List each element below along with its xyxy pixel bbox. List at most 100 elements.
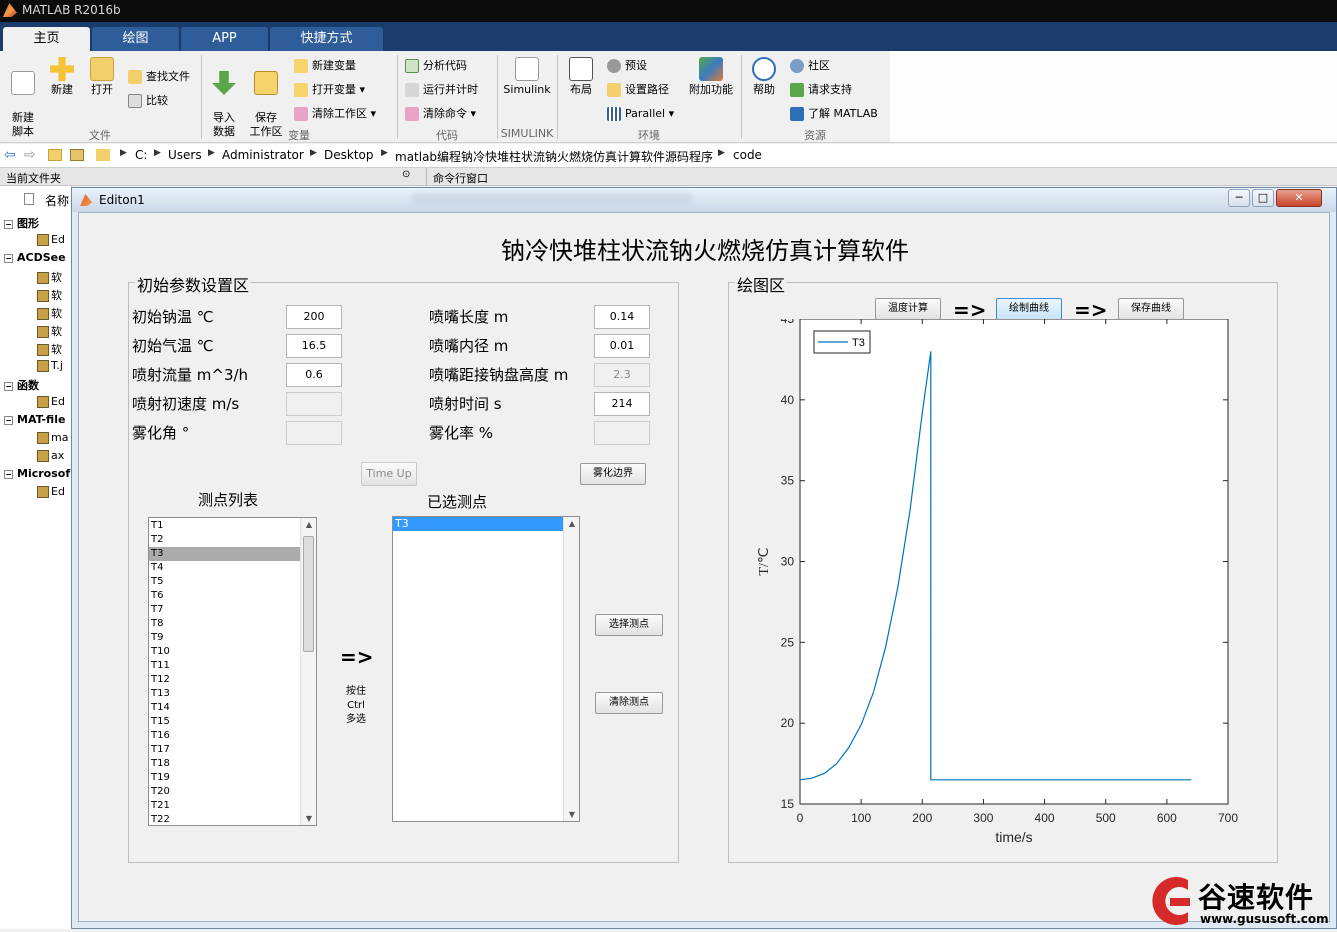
- learn-matlab-button[interactable]: 了解 MATLAB: [790, 105, 878, 123]
- collapse-icon[interactable]: −: [4, 219, 13, 229]
- point-list-item[interactable]: T22: [149, 813, 300, 825]
- point-list-item[interactable]: T9: [149, 631, 300, 645]
- help-button[interactable]: 帮助: [749, 57, 779, 97]
- tree-group[interactable]: − 图形: [4, 215, 39, 231]
- tab-shortcuts[interactable]: 快捷方式: [270, 27, 383, 51]
- point-list-item[interactable]: T2: [149, 533, 300, 547]
- crumb-c[interactable]: C:: [135, 148, 147, 162]
- tree-group[interactable]: − Microsof: [4, 467, 70, 480]
- tab-home[interactable]: 主页: [3, 27, 90, 51]
- crumb-project-folder[interactable]: matlab编程钠冷快堆柱状流钠火燃烧仿真计算软件源码程序: [395, 148, 713, 165]
- new-button[interactable]: 新建: [46, 57, 78, 97]
- atomize-boundary-button[interactable]: 雾化边界: [580, 463, 646, 485]
- tree-file-item[interactable]: Ed: [37, 395, 65, 408]
- point-list-item[interactable]: T1: [149, 519, 300, 533]
- point-list-item[interactable]: T18: [149, 757, 300, 771]
- chevron-down-icon[interactable]: ⊙: [402, 169, 410, 180]
- param-input[interactable]: 0.01: [594, 334, 650, 358]
- temperature-calc-button[interactable]: 温度计算: [875, 298, 941, 320]
- tree-file-item[interactable]: ma: [37, 431, 68, 444]
- save-curve-button[interactable]: 保存曲线: [1118, 298, 1184, 320]
- param-input[interactable]: 200: [286, 305, 342, 329]
- point-list-item[interactable]: T8: [149, 617, 300, 631]
- param-input[interactable]: 0.6: [286, 363, 342, 387]
- point-list-item[interactable]: T20: [149, 785, 300, 799]
- new-variable-button[interactable]: 新建变量: [294, 57, 356, 75]
- point-list-item[interactable]: T21: [149, 799, 300, 813]
- analyze-code-button[interactable]: 分析代码: [405, 57, 467, 75]
- scroll-down-icon[interactable]: ▼: [301, 814, 316, 823]
- point-list-item[interactable]: T6: [149, 589, 300, 603]
- close-button[interactable]: ✕: [1276, 189, 1322, 207]
- simulink-button[interactable]: Simulink: [502, 57, 552, 97]
- tree-group[interactable]: − 函数: [4, 377, 39, 393]
- point-list-item[interactable]: T15: [149, 715, 300, 729]
- tree-file-item[interactable]: ax: [37, 449, 64, 462]
- tree-file-item[interactable]: Ed: [37, 485, 65, 498]
- point-list-item[interactable]: T3: [149, 547, 300, 561]
- forward-icon[interactable]: ⇨: [24, 147, 36, 163]
- param-input[interactable]: 16.5: [286, 334, 342, 358]
- point-list-item[interactable]: T5: [149, 575, 300, 589]
- scroll-up-icon[interactable]: ▲: [301, 520, 316, 529]
- maximize-button[interactable]: □: [1252, 189, 1274, 207]
- tab-apps[interactable]: APP: [181, 27, 268, 51]
- tree-group[interactable]: − ACDSee: [4, 251, 66, 264]
- browse-folder-icon[interactable]: [70, 149, 84, 161]
- crumb-users[interactable]: Users: [168, 148, 202, 162]
- tree-file-item[interactable]: T.j: [37, 359, 63, 372]
- layout-button[interactable]: 布局: [565, 57, 597, 97]
- point-list-item[interactable]: T12: [149, 673, 300, 687]
- collapse-icon[interactable]: −: [4, 253, 13, 263]
- scroll-down-icon[interactable]: ▼: [564, 810, 579, 819]
- clear-workspace-button[interactable]: 清除工作区 ▾: [294, 105, 376, 123]
- tree-file-item[interactable]: Ed: [37, 233, 65, 246]
- point-list-item[interactable]: T14: [149, 701, 300, 715]
- up-folder-icon[interactable]: [48, 149, 62, 161]
- crumb-code[interactable]: code: [733, 148, 762, 162]
- draw-curve-button[interactable]: 绘制曲线: [996, 298, 1062, 320]
- point-list-item[interactable]: T10: [149, 645, 300, 659]
- name-column-header[interactable]: 名称: [45, 192, 69, 209]
- param-input[interactable]: 0.14: [594, 305, 650, 329]
- collapse-icon[interactable]: −: [4, 415, 13, 425]
- collapse-icon[interactable]: −: [4, 469, 13, 479]
- scroll-up-icon[interactable]: ▲: [564, 519, 579, 528]
- preferences-button[interactable]: 预设: [607, 57, 647, 75]
- point-list-item[interactable]: T7: [149, 603, 300, 617]
- crumb-administrator[interactable]: Administrator: [222, 148, 304, 162]
- tab-plots[interactable]: 绘图: [92, 27, 179, 51]
- minimize-button[interactable]: ─: [1228, 189, 1250, 207]
- param-input[interactable]: [286, 421, 342, 445]
- param-input[interactable]: 2.3: [594, 363, 650, 387]
- compare-button[interactable]: 比较: [128, 92, 168, 110]
- point-list-item[interactable]: T19: [149, 771, 300, 785]
- tree-file-item[interactable]: 软: [37, 323, 62, 339]
- open-button[interactable]: 打开: [86, 57, 118, 97]
- select-points-button[interactable]: 选择测点: [595, 614, 663, 636]
- tree-file-item[interactable]: 软: [37, 287, 62, 303]
- find-files-button[interactable]: 查找文件: [128, 68, 190, 86]
- community-button[interactable]: 社区: [790, 57, 830, 75]
- crumb-desktop[interactable]: Desktop: [324, 148, 374, 162]
- selected-point-item[interactable]: T3: [393, 517, 563, 531]
- back-icon[interactable]: ⇦: [4, 147, 16, 163]
- run-and-time-button[interactable]: 运行并计时: [405, 81, 478, 99]
- param-input[interactable]: [594, 421, 650, 445]
- parallel-button[interactable]: Parallel ▾: [607, 105, 674, 123]
- tree-group[interactable]: − MAT-file: [4, 413, 65, 426]
- set-path-button[interactable]: 设置路径: [607, 81, 669, 99]
- tree-file-item[interactable]: 软: [37, 305, 62, 321]
- request-support-button[interactable]: 请求支持: [790, 81, 852, 99]
- point-list-item[interactable]: T13: [149, 687, 300, 701]
- scroll-thumb[interactable]: [303, 536, 314, 652]
- tree-file-item[interactable]: 软: [37, 341, 62, 357]
- selected-point-listbox[interactable]: T3 ▲ ▼: [392, 516, 580, 822]
- point-list-item[interactable]: T16: [149, 729, 300, 743]
- point-list-item[interactable]: T4: [149, 561, 300, 575]
- clear-commands-button[interactable]: 清除命令 ▾: [405, 105, 476, 123]
- param-input[interactable]: [286, 392, 342, 416]
- param-input[interactable]: 214: [594, 392, 650, 416]
- tree-file-item[interactable]: 软: [37, 269, 62, 285]
- point-list-item[interactable]: T17: [149, 743, 300, 757]
